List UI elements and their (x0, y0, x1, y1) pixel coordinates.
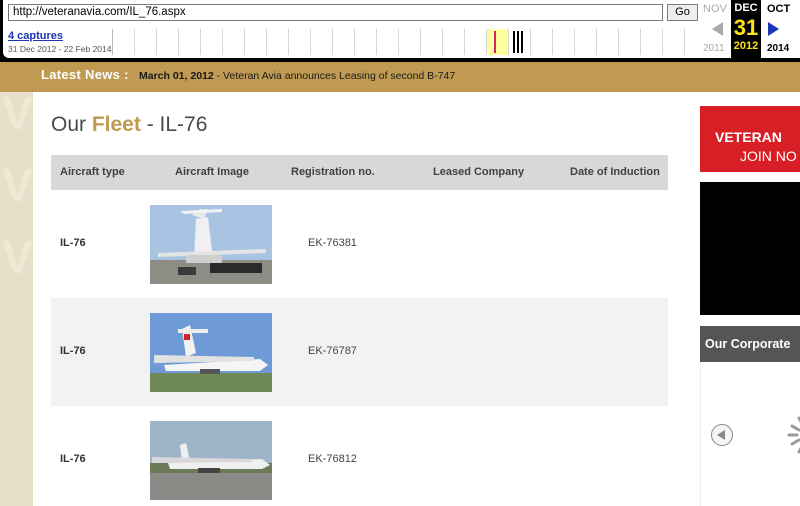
aircraft-type: IL-76 (60, 345, 86, 357)
timeline-cell[interactable] (135, 29, 157, 55)
timeline-cell[interactable] (289, 29, 311, 55)
prev-month-label: NOV (703, 3, 727, 15)
capture-range: 31 Dec 2012 - 22 Feb 2014 (8, 44, 112, 54)
next-arrow-icon[interactable] (768, 22, 779, 36)
timeline-cell[interactable] (531, 29, 553, 55)
current-month: DEC (734, 2, 758, 14)
timeline-cell[interactable] (399, 29, 421, 55)
timeline-cell[interactable] (157, 29, 179, 55)
page-title: Our Fleet - IL-76 (51, 113, 207, 137)
loading-spinner-icon (779, 402, 800, 462)
wayback-toolbar: http://veteranavia.com/IL_76.aspx Go 4 c… (0, 0, 800, 62)
timeline-capture-mark[interactable] (517, 31, 519, 53)
title-prefix: Our (51, 113, 92, 136)
timeline-cell[interactable] (421, 29, 443, 55)
news-label: Latest News : (41, 67, 129, 82)
corporate-header: Our Corporate (700, 326, 800, 362)
title-accent: Fleet (91, 113, 141, 136)
timeline-cell[interactable] (113, 29, 135, 55)
registration-no: EK-76812 (308, 453, 357, 465)
col-registration: Registration no. (291, 166, 375, 178)
registration-no: EK-76381 (308, 237, 357, 249)
media-panel (700, 182, 800, 315)
timeline-cell[interactable] (311, 29, 333, 55)
corporate-carousel (700, 362, 800, 506)
right-sidebar: VETERAN JOIN NO Our Corporate (687, 92, 800, 506)
go-button[interactable]: Go (667, 4, 698, 21)
current-day: 31 (733, 15, 759, 40)
timeline-cell[interactable] (377, 29, 399, 55)
timeline-cell-highlight[interactable] (487, 29, 509, 55)
news-date: March 01, 2012 (139, 70, 214, 82)
timeline-cell[interactable] (663, 29, 685, 55)
timeline-cell[interactable] (553, 29, 575, 55)
col-leased-company: Leased Company (433, 166, 525, 178)
current-capture-box: DEC 31 2012 (731, 0, 761, 58)
col-aircraft-image: Aircraft Image (175, 166, 249, 178)
timeline-cell[interactable] (245, 29, 267, 55)
left-decor-strip: V V V (0, 87, 33, 506)
timeline-cell[interactable] (201, 29, 223, 55)
col-date-of-induction: Date of Induction (570, 166, 660, 178)
banner-line-2: JOIN NO (740, 148, 797, 164)
aircraft-type: IL-76 (60, 237, 86, 249)
col-aircraft-type: Aircraft type (60, 166, 125, 178)
aircraft-image (150, 313, 272, 392)
prev-year-label: 2011 (703, 43, 725, 54)
banner-line-1: VETERAN (715, 129, 782, 145)
timeline-capture-mark[interactable] (513, 31, 515, 53)
next-year-label: 2014 (767, 43, 790, 54)
capture-timeline[interactable] (112, 29, 698, 55)
chevron-left-icon (717, 430, 725, 440)
news-item[interactable]: March 01, 2012 - Veteran Avia announces … (139, 70, 455, 82)
registration-no: EK-76787 (308, 345, 357, 357)
timeline-cell[interactable] (355, 29, 377, 55)
timeline-cell[interactable] (223, 29, 245, 55)
title-suffix: - IL-76 (140, 113, 208, 136)
timeline-cell[interactable] (575, 29, 597, 55)
join-banner[interactable]: VETERAN JOIN NO (700, 106, 800, 172)
aircraft-type: IL-76 (60, 453, 86, 465)
carousel-prev-button[interactable] (711, 424, 733, 446)
timeline-cell[interactable] (465, 29, 487, 55)
prev-arrow-icon[interactable] (712, 22, 723, 36)
next-month-label: OCT (767, 3, 791, 15)
timeline-capture-mark[interactable] (521, 31, 523, 53)
timeline-cell[interactable] (597, 29, 619, 55)
main-content: Our Fleet - IL-76 Aircraft type Aircraft… (33, 92, 687, 506)
timeline-capture-mark[interactable] (494, 31, 496, 53)
news-bar: Latest News : March 01, 2012 - Veteran A… (0, 62, 800, 92)
wayback-panel: http://veteranavia.com/IL_76.aspx Go 4 c… (3, 0, 800, 58)
timeline-cell[interactable] (619, 29, 641, 55)
aircraft-image (150, 205, 272, 284)
news-headline: - Veteran Avia announces Leasing of seco… (213, 70, 456, 82)
decor-shape: V (2, 159, 33, 211)
table-row: IL-76 EK-76787 (51, 298, 668, 406)
current-year: 2012 (733, 40, 759, 52)
timeline-cell[interactable] (333, 29, 355, 55)
timeline-cell[interactable] (179, 29, 201, 55)
timeline-cell[interactable] (443, 29, 465, 55)
url-input[interactable]: http://veteranavia.com/IL_76.aspx (8, 4, 663, 21)
table-header: Aircraft type Aircraft Image Registratio… (51, 155, 668, 190)
decor-shape: V (2, 231, 33, 283)
corporate-title: Our Corporate (705, 337, 791, 351)
decor-shape: V (2, 87, 33, 139)
timeline-cell[interactable] (641, 29, 663, 55)
table-row: IL-76 EK-76812 (51, 406, 668, 506)
table-row: IL-76 EK-76381 (51, 190, 668, 298)
captures-link[interactable]: 4 captures (8, 30, 63, 42)
aircraft-image (150, 421, 272, 500)
timeline-cell[interactable] (267, 29, 289, 55)
